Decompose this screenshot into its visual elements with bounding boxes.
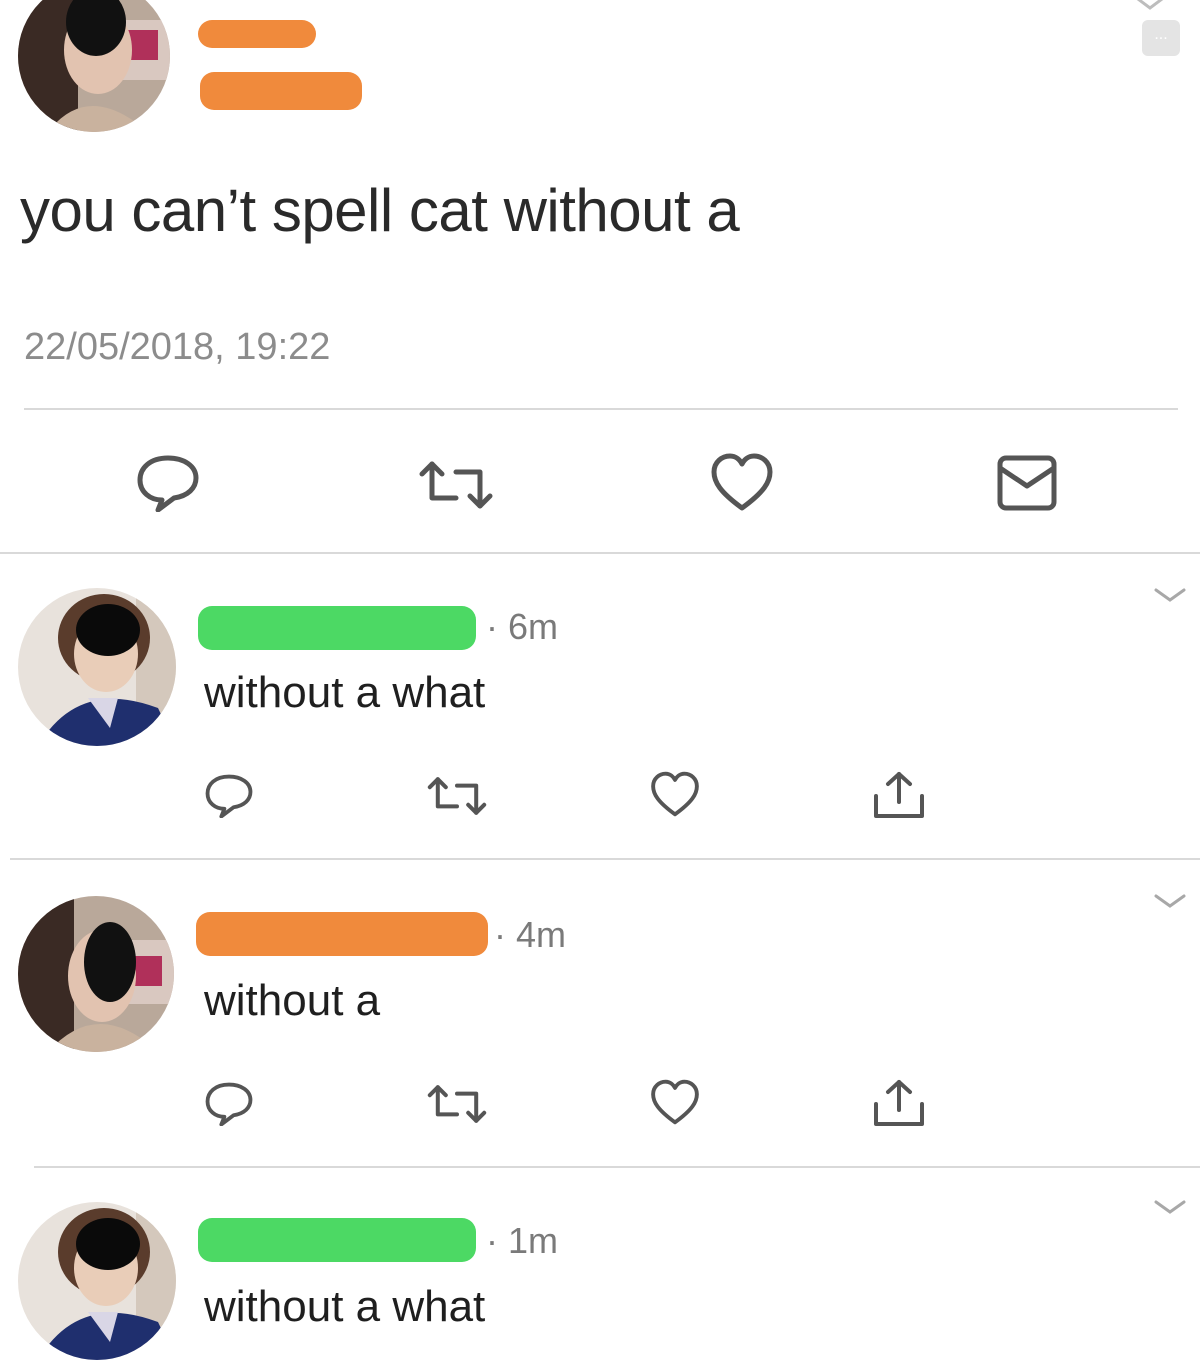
redacted-handle	[200, 72, 362, 110]
divider	[0, 552, 1200, 554]
avatar[interactable]	[18, 0, 170, 132]
divider	[24, 408, 1178, 410]
reply-time: · 1m	[486, 1220, 558, 1261]
retweet-icon[interactable]	[426, 1084, 488, 1124]
like-icon[interactable]	[650, 770, 700, 818]
message-icon[interactable]	[996, 454, 1060, 512]
like-icon[interactable]	[710, 452, 774, 512]
reply-text: without a what	[204, 668, 486, 717]
reply-time: · 4m	[494, 914, 566, 955]
share-icon[interactable]	[870, 1076, 928, 1130]
avatar[interactable]	[18, 588, 176, 746]
more-options-button[interactable]: ...	[1142, 20, 1180, 56]
avatar[interactable]	[18, 896, 174, 1052]
chevron-down-icon[interactable]	[1130, 0, 1170, 21]
reply-icon[interactable]	[204, 772, 254, 818]
reply-text: without a what	[204, 1282, 486, 1331]
chevron-down-icon[interactable]	[1150, 1196, 1190, 1223]
redacted-username	[198, 606, 476, 650]
tweet-timestamp: 22/05/2018, 19:22	[24, 326, 331, 368]
redacted-username	[196, 912, 488, 956]
tweet-text: you can’t spell cat without a	[20, 177, 740, 244]
divider	[10, 858, 1200, 860]
chevron-down-icon[interactable]	[1150, 890, 1190, 917]
reply-time: · 6m	[486, 606, 558, 647]
share-icon[interactable]	[870, 768, 928, 822]
redacted-username	[198, 1218, 476, 1262]
reply-icon[interactable]	[136, 452, 200, 512]
divider	[34, 1166, 1200, 1168]
like-icon[interactable]	[650, 1078, 700, 1126]
reply-icon[interactable]	[204, 1080, 254, 1126]
redacted-display-name	[198, 20, 316, 48]
reply-text: without a	[204, 976, 381, 1025]
avatar[interactable]	[18, 1202, 176, 1360]
retweet-icon[interactable]	[426, 776, 488, 816]
retweet-icon[interactable]	[418, 460, 494, 510]
chevron-down-icon[interactable]	[1150, 584, 1190, 611]
